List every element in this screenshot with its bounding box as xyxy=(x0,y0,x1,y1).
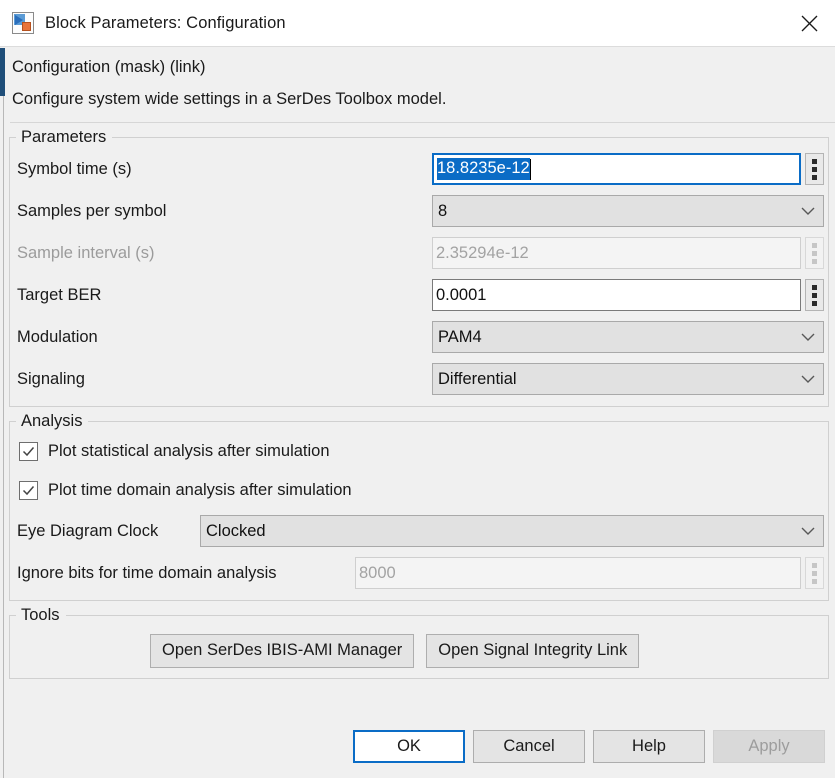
samples-per-symbol-value: 8 xyxy=(438,202,447,221)
target-ber-value: 0.0001 xyxy=(436,286,486,305)
chevron-down-icon xyxy=(801,370,815,389)
plot-time-domain-checkbox[interactable] xyxy=(19,481,38,500)
target-ber-input[interactable]: 0.0001 xyxy=(432,279,801,311)
target-ber-stepper[interactable] xyxy=(805,279,824,311)
parameters-group-label: Parameters xyxy=(16,126,112,148)
chevron-down-icon xyxy=(801,522,815,541)
symbol-time-input[interactable]: 18.8235e-12 xyxy=(432,153,801,185)
ignore-bits-input: 8000 xyxy=(355,557,801,589)
modulation-value: PAM4 xyxy=(438,328,482,347)
sample-interval-value: 2.35294e-12 xyxy=(436,244,529,263)
check-icon xyxy=(21,483,36,498)
label-ignore-bits: Ignore bits for time domain analysis xyxy=(17,564,355,583)
block-parameters-dialog: Block Parameters: Configuration Configur… xyxy=(0,0,835,778)
row-ignore-bits: Ignore bits for time domain analysis 800… xyxy=(14,556,824,590)
ok-button[interactable]: OK xyxy=(353,730,465,763)
help-button[interactable]: Help xyxy=(593,730,705,763)
tools-button-row: Open SerDes IBIS-AMI Manager Open Signal… xyxy=(14,630,824,668)
window-title: Block Parameters: Configuration xyxy=(45,14,286,33)
dialog-footer: OK Cancel Help Apply xyxy=(0,722,835,778)
text-caret xyxy=(530,159,531,180)
row-eye-diagram-clock: Eye Diagram Clock Clocked xyxy=(14,514,824,548)
row-modulation: Modulation PAM4 xyxy=(14,320,824,354)
label-eye-diagram-clock: Eye Diagram Clock xyxy=(17,522,200,541)
row-target-ber: Target BER 0.0001 xyxy=(14,278,824,312)
open-serdes-ibis-ami-manager-button[interactable]: Open SerDes IBIS-AMI Manager xyxy=(150,634,414,668)
dialog-content: Configuration (mask) (link) Configure sy… xyxy=(0,46,835,778)
row-samples-per-symbol: Samples per symbol 8 xyxy=(14,194,824,228)
tools-group-label: Tools xyxy=(16,604,66,626)
label-target-ber: Target BER xyxy=(17,286,432,305)
mask-description: Configure system wide settings in a SerD… xyxy=(0,77,835,109)
eye-diagram-clock-dropdown[interactable]: Clocked xyxy=(200,515,824,547)
symbol-time-value: 18.8235e-12 xyxy=(437,158,530,180)
row-sample-interval: Sample interval (s) 2.35294e-12 xyxy=(14,236,824,270)
header-divider xyxy=(10,122,835,123)
left-accent-strip xyxy=(0,48,5,96)
ignore-bits-value: 8000 xyxy=(359,564,396,583)
checkbox-row-plot-statistical[interactable]: Plot statistical analysis after simulati… xyxy=(14,436,824,466)
mask-header: Configuration (mask) (link) xyxy=(0,47,835,77)
samples-per-symbol-dropdown[interactable]: 8 xyxy=(432,195,824,227)
label-signaling: Signaling xyxy=(17,370,432,389)
plot-statistical-checkbox[interactable] xyxy=(19,442,38,461)
row-signaling: Signaling Differential xyxy=(14,362,824,396)
signaling-dropdown[interactable]: Differential xyxy=(432,363,824,395)
label-samples-per-symbol: Samples per symbol xyxy=(17,202,432,221)
left-rail xyxy=(0,96,4,778)
plot-statistical-label: Plot statistical analysis after simulati… xyxy=(48,442,330,461)
symbol-time-stepper[interactable] xyxy=(805,153,824,185)
label-sample-interval: Sample interval (s) xyxy=(17,244,432,263)
ignore-bits-stepper xyxy=(805,557,824,589)
analysis-group-label: Analysis xyxy=(16,410,88,432)
check-icon xyxy=(21,444,36,459)
parameters-group: Parameters Symbol time (s) 18.8235e-12 S… xyxy=(9,137,829,407)
analysis-group: Analysis Plot statistical analysis after… xyxy=(9,421,829,601)
checkbox-row-plot-time-domain[interactable]: Plot time domain analysis after simulati… xyxy=(14,475,824,505)
tools-group: Tools Open SerDes IBIS-AMI Manager Open … xyxy=(9,615,829,679)
chevron-down-icon xyxy=(801,328,815,347)
label-modulation: Modulation xyxy=(17,328,432,347)
signaling-value: Differential xyxy=(438,370,517,389)
apply-button: Apply xyxy=(713,730,825,763)
chevron-down-icon xyxy=(801,202,815,221)
cancel-button[interactable]: Cancel xyxy=(473,730,585,763)
title-bar: Block Parameters: Configuration xyxy=(0,0,835,46)
simulink-block-icon xyxy=(12,12,34,34)
sample-interval-input: 2.35294e-12 xyxy=(432,237,801,269)
close-icon[interactable] xyxy=(783,0,835,46)
label-symbol-time: Symbol time (s) xyxy=(17,160,432,179)
eye-diagram-clock-value: Clocked xyxy=(206,522,266,541)
modulation-dropdown[interactable]: PAM4 xyxy=(432,321,824,353)
sample-interval-stepper xyxy=(805,237,824,269)
plot-time-domain-label: Plot time domain analysis after simulati… xyxy=(48,481,352,500)
open-signal-integrity-link-button[interactable]: Open Signal Integrity Link xyxy=(426,634,639,668)
row-symbol-time: Symbol time (s) 18.8235e-12 xyxy=(14,152,824,186)
